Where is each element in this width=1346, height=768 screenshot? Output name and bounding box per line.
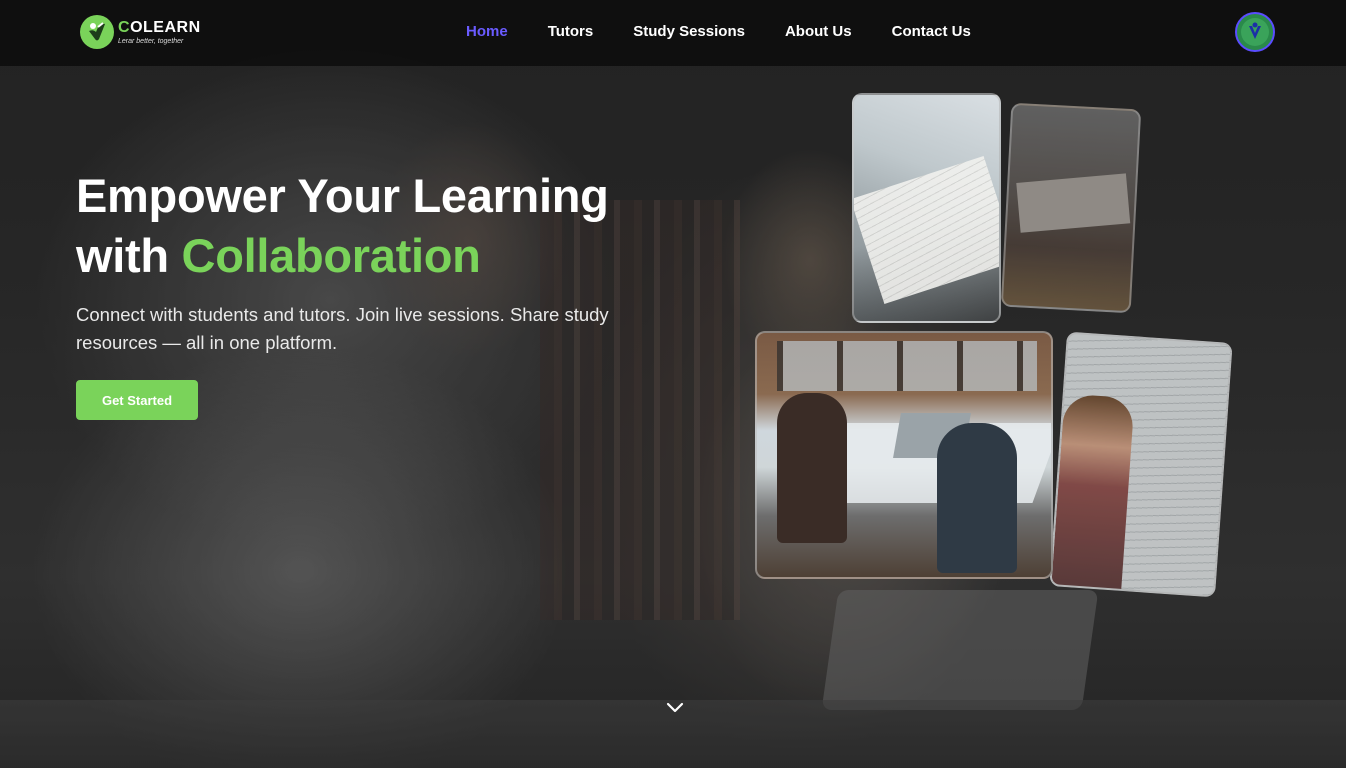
window-backdrop <box>777 341 1037 391</box>
nav-links: Home Tutors Study Sessions About Us Cont… <box>466 23 971 40</box>
hero-title: Empower Your Learning with Collaboration <box>76 166 609 286</box>
notebook-paper <box>1016 173 1131 233</box>
brand-name: COLEARN <box>118 18 201 36</box>
collage-photo-writing <box>1000 102 1142 314</box>
brand-text: COLEARN Lerar better, together <box>118 18 201 45</box>
student-figure-2 <box>937 423 1017 573</box>
brand-logo[interactable]: COLEARN Lerar better, together <box>80 15 201 49</box>
brand-tagline: Lerar better, together <box>118 37 184 45</box>
landing-page: COLEARN Lerar better, together Home Tuto… <box>0 0 1346 768</box>
nav-link-study-sessions[interactable]: Study Sessions <box>633 23 745 40</box>
open-book <box>854 156 999 304</box>
nav-link-about-us[interactable]: About Us <box>785 23 852 40</box>
user-avatar-icon[interactable] <box>1235 12 1275 52</box>
student-at-board <box>1050 393 1135 598</box>
collage-photo-group-study <box>755 331 1053 579</box>
hero-title-line1: Empower Your Learning <box>76 169 609 222</box>
nav-link-home[interactable]: Home <box>466 23 508 40</box>
hero-title-line2-prefix: with <box>76 229 182 282</box>
student-figure-1 <box>777 393 847 543</box>
get-started-button[interactable]: Get Started <box>76 380 198 420</box>
hero-title-accent: Collaboration <box>181 229 481 282</box>
colearn-logo-icon <box>80 15 114 49</box>
top-navbar: COLEARN Lerar better, together Home Tuto… <box>0 0 1346 66</box>
chevron-down-icon[interactable] <box>664 696 686 718</box>
collage-photo-blackboard-student <box>1049 331 1233 598</box>
collage-photo-reading-book <box>852 93 1001 323</box>
nav-link-tutors[interactable]: Tutors <box>548 23 594 40</box>
nav-link-contact-us[interactable]: Contact Us <box>892 23 971 40</box>
hero-subtitle: Connect with students and tutors. Join l… <box>76 304 609 353</box>
